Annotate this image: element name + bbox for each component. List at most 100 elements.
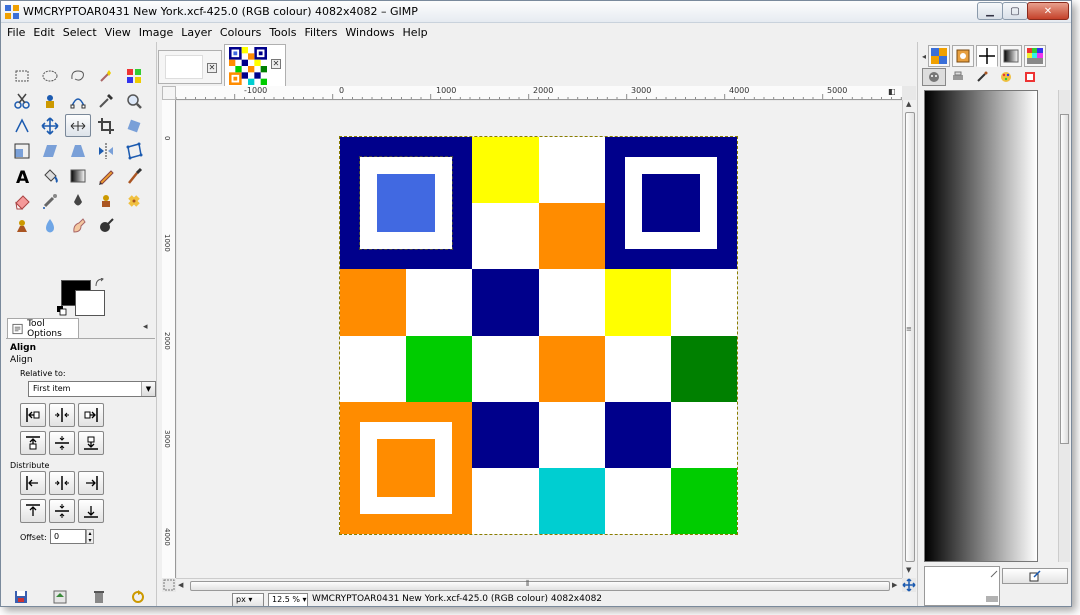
image-tab-blank[interactable]: ✕ (158, 50, 222, 84)
vertical-scrollbar[interactable]: ▲ ≡ ▼ (902, 100, 916, 578)
canvas-viewport[interactable] (177, 101, 902, 578)
rotate-tool[interactable] (121, 114, 147, 137)
menu-view[interactable]: View (105, 26, 131, 39)
dock-menu-icon[interactable]: ◂ (922, 52, 926, 61)
scrollbar-thumb[interactable] (1060, 114, 1069, 444)
foreground-select-tool[interactable] (37, 89, 63, 112)
scale-tool[interactable] (9, 139, 35, 162)
brush-preview[interactable] (924, 566, 1000, 606)
align-tool[interactable] (65, 114, 91, 137)
scroll-down-icon[interactable]: ▼ (906, 566, 911, 574)
edit-button[interactable] (1002, 568, 1068, 584)
select-by-color-tool[interactable] (121, 64, 147, 87)
shear-tool[interactable] (37, 139, 63, 162)
blend-tool[interactable] (65, 164, 91, 187)
brush-tab[interactable] (970, 68, 994, 86)
measure-tool[interactable] (9, 114, 35, 137)
scissors-tool[interactable] (9, 89, 35, 112)
gimp-tab[interactable] (922, 68, 946, 86)
text-tool[interactable]: A (9, 164, 35, 187)
scroll-right-icon[interactable]: ▶ (892, 581, 897, 589)
horizontal-ruler[interactable]: -1000 0 1000 2000 3000 4000 5000 ◧ (176, 86, 902, 100)
perspective-tool[interactable] (65, 139, 91, 162)
heal-tool[interactable] (121, 189, 147, 212)
pencil-tool[interactable] (93, 164, 119, 187)
palettes-tab[interactable] (1024, 45, 1047, 67)
menu-windows[interactable]: Windows (345, 26, 394, 39)
scroll-left-icon[interactable]: ◀ (178, 581, 183, 589)
menu-colours[interactable]: Colours (220, 26, 261, 39)
move-tool[interactable] (37, 114, 63, 137)
menu-tools[interactable]: Tools (269, 26, 296, 39)
distribute-top-button[interactable] (20, 499, 46, 523)
menu-filters[interactable]: Filters (304, 26, 337, 39)
fonts-tab[interactable] (1018, 68, 1042, 86)
ruler-corner[interactable] (162, 86, 176, 100)
offset-input[interactable]: 0 (50, 529, 86, 544)
reset-colors-icon[interactable] (57, 306, 67, 316)
align-right-button[interactable] (78, 403, 104, 427)
color-picker-tool[interactable] (93, 89, 119, 112)
align-left-button[interactable] (20, 403, 46, 427)
close-tab-icon[interactable]: ✕ (207, 63, 217, 73)
menu-edit[interactable]: Edit (33, 26, 54, 39)
cage-tool[interactable] (121, 139, 147, 162)
delete-options-icon[interactable] (92, 590, 106, 604)
fuzzy-select-tool[interactable] (93, 64, 119, 87)
menu-select[interactable]: Select (63, 26, 97, 39)
align-center-button[interactable] (49, 403, 75, 427)
clone-tool[interactable] (93, 189, 119, 212)
maximize-button[interactable]: ▢ (1002, 2, 1028, 20)
zoom-select[interactable]: 12.5 % ▾ (268, 593, 308, 606)
offset-spinner[interactable]: ▴ ▾ (86, 529, 94, 544)
paths-tool[interactable] (65, 89, 91, 112)
menu-image[interactable]: Image (139, 26, 173, 39)
gradients-tab[interactable] (1000, 45, 1023, 67)
distribute-bottom-button[interactable] (78, 499, 104, 523)
distribute-right-button[interactable] (78, 471, 104, 495)
navigate-icon[interactable]: ◧ (888, 87, 898, 99)
rect-select-tool[interactable] (9, 64, 35, 87)
save-options-icon[interactable] (14, 590, 28, 604)
distribute-center-button[interactable] (49, 471, 75, 495)
dock-scrollbar[interactable] (1058, 90, 1070, 562)
gimp-app-icon[interactable] (5, 5, 19, 19)
dodge-burn-tool[interactable] (93, 214, 119, 237)
distribute-middle-button[interactable] (49, 499, 75, 523)
navigation-move-icon[interactable] (902, 578, 916, 592)
crop-tool[interactable] (93, 114, 119, 137)
image-tab-qr[interactable]: ✕ (224, 44, 286, 86)
tool-presets-tab[interactable] (976, 45, 999, 67)
swap-colors-icon[interactable] (95, 278, 105, 288)
free-select-tool[interactable] (65, 64, 91, 87)
distribute-left-button[interactable] (20, 471, 46, 495)
bucket-fill-tool[interactable] (37, 164, 63, 187)
airbrush-tool[interactable] (37, 189, 63, 212)
ellipse-select-tool[interactable] (37, 64, 63, 87)
scrollbar-thumb[interactable] (190, 581, 890, 591)
tool-options-tab[interactable]: Tool Options (7, 318, 79, 339)
align-top-button[interactable] (20, 431, 46, 455)
restore-options-icon[interactable] (53, 590, 67, 604)
close-tab-icon[interactable]: ✕ (271, 59, 281, 69)
perspective-clone-tool[interactable] (9, 214, 35, 237)
menu-file[interactable]: File (7, 26, 25, 39)
background-color-swatch[interactable] (75, 290, 105, 316)
quick-mask-icon[interactable] (162, 578, 176, 592)
printer-tab[interactable] (946, 68, 970, 86)
image-canvas[interactable] (339, 136, 738, 535)
menu-layer[interactable]: Layer (181, 26, 212, 39)
eraser-tool[interactable] (9, 189, 35, 212)
flip-tool[interactable] (93, 139, 119, 162)
ink-tool[interactable] (65, 189, 91, 212)
palette-tab[interactable] (994, 68, 1018, 86)
close-button[interactable]: ✕ (1027, 2, 1069, 20)
patterns-tab[interactable] (928, 45, 951, 67)
unit-select[interactable]: px ▾ (232, 593, 264, 606)
smudge-tool[interactable] (65, 214, 91, 237)
vertical-ruler[interactable]: 0 1000 2000 3000 4000 (162, 100, 176, 578)
configure-tab-icon[interactable]: ◂ (143, 322, 153, 332)
align-bottom-button[interactable] (78, 431, 104, 455)
scrollbar-thumb[interactable] (905, 112, 915, 562)
menu-help[interactable]: Help (403, 26, 428, 39)
